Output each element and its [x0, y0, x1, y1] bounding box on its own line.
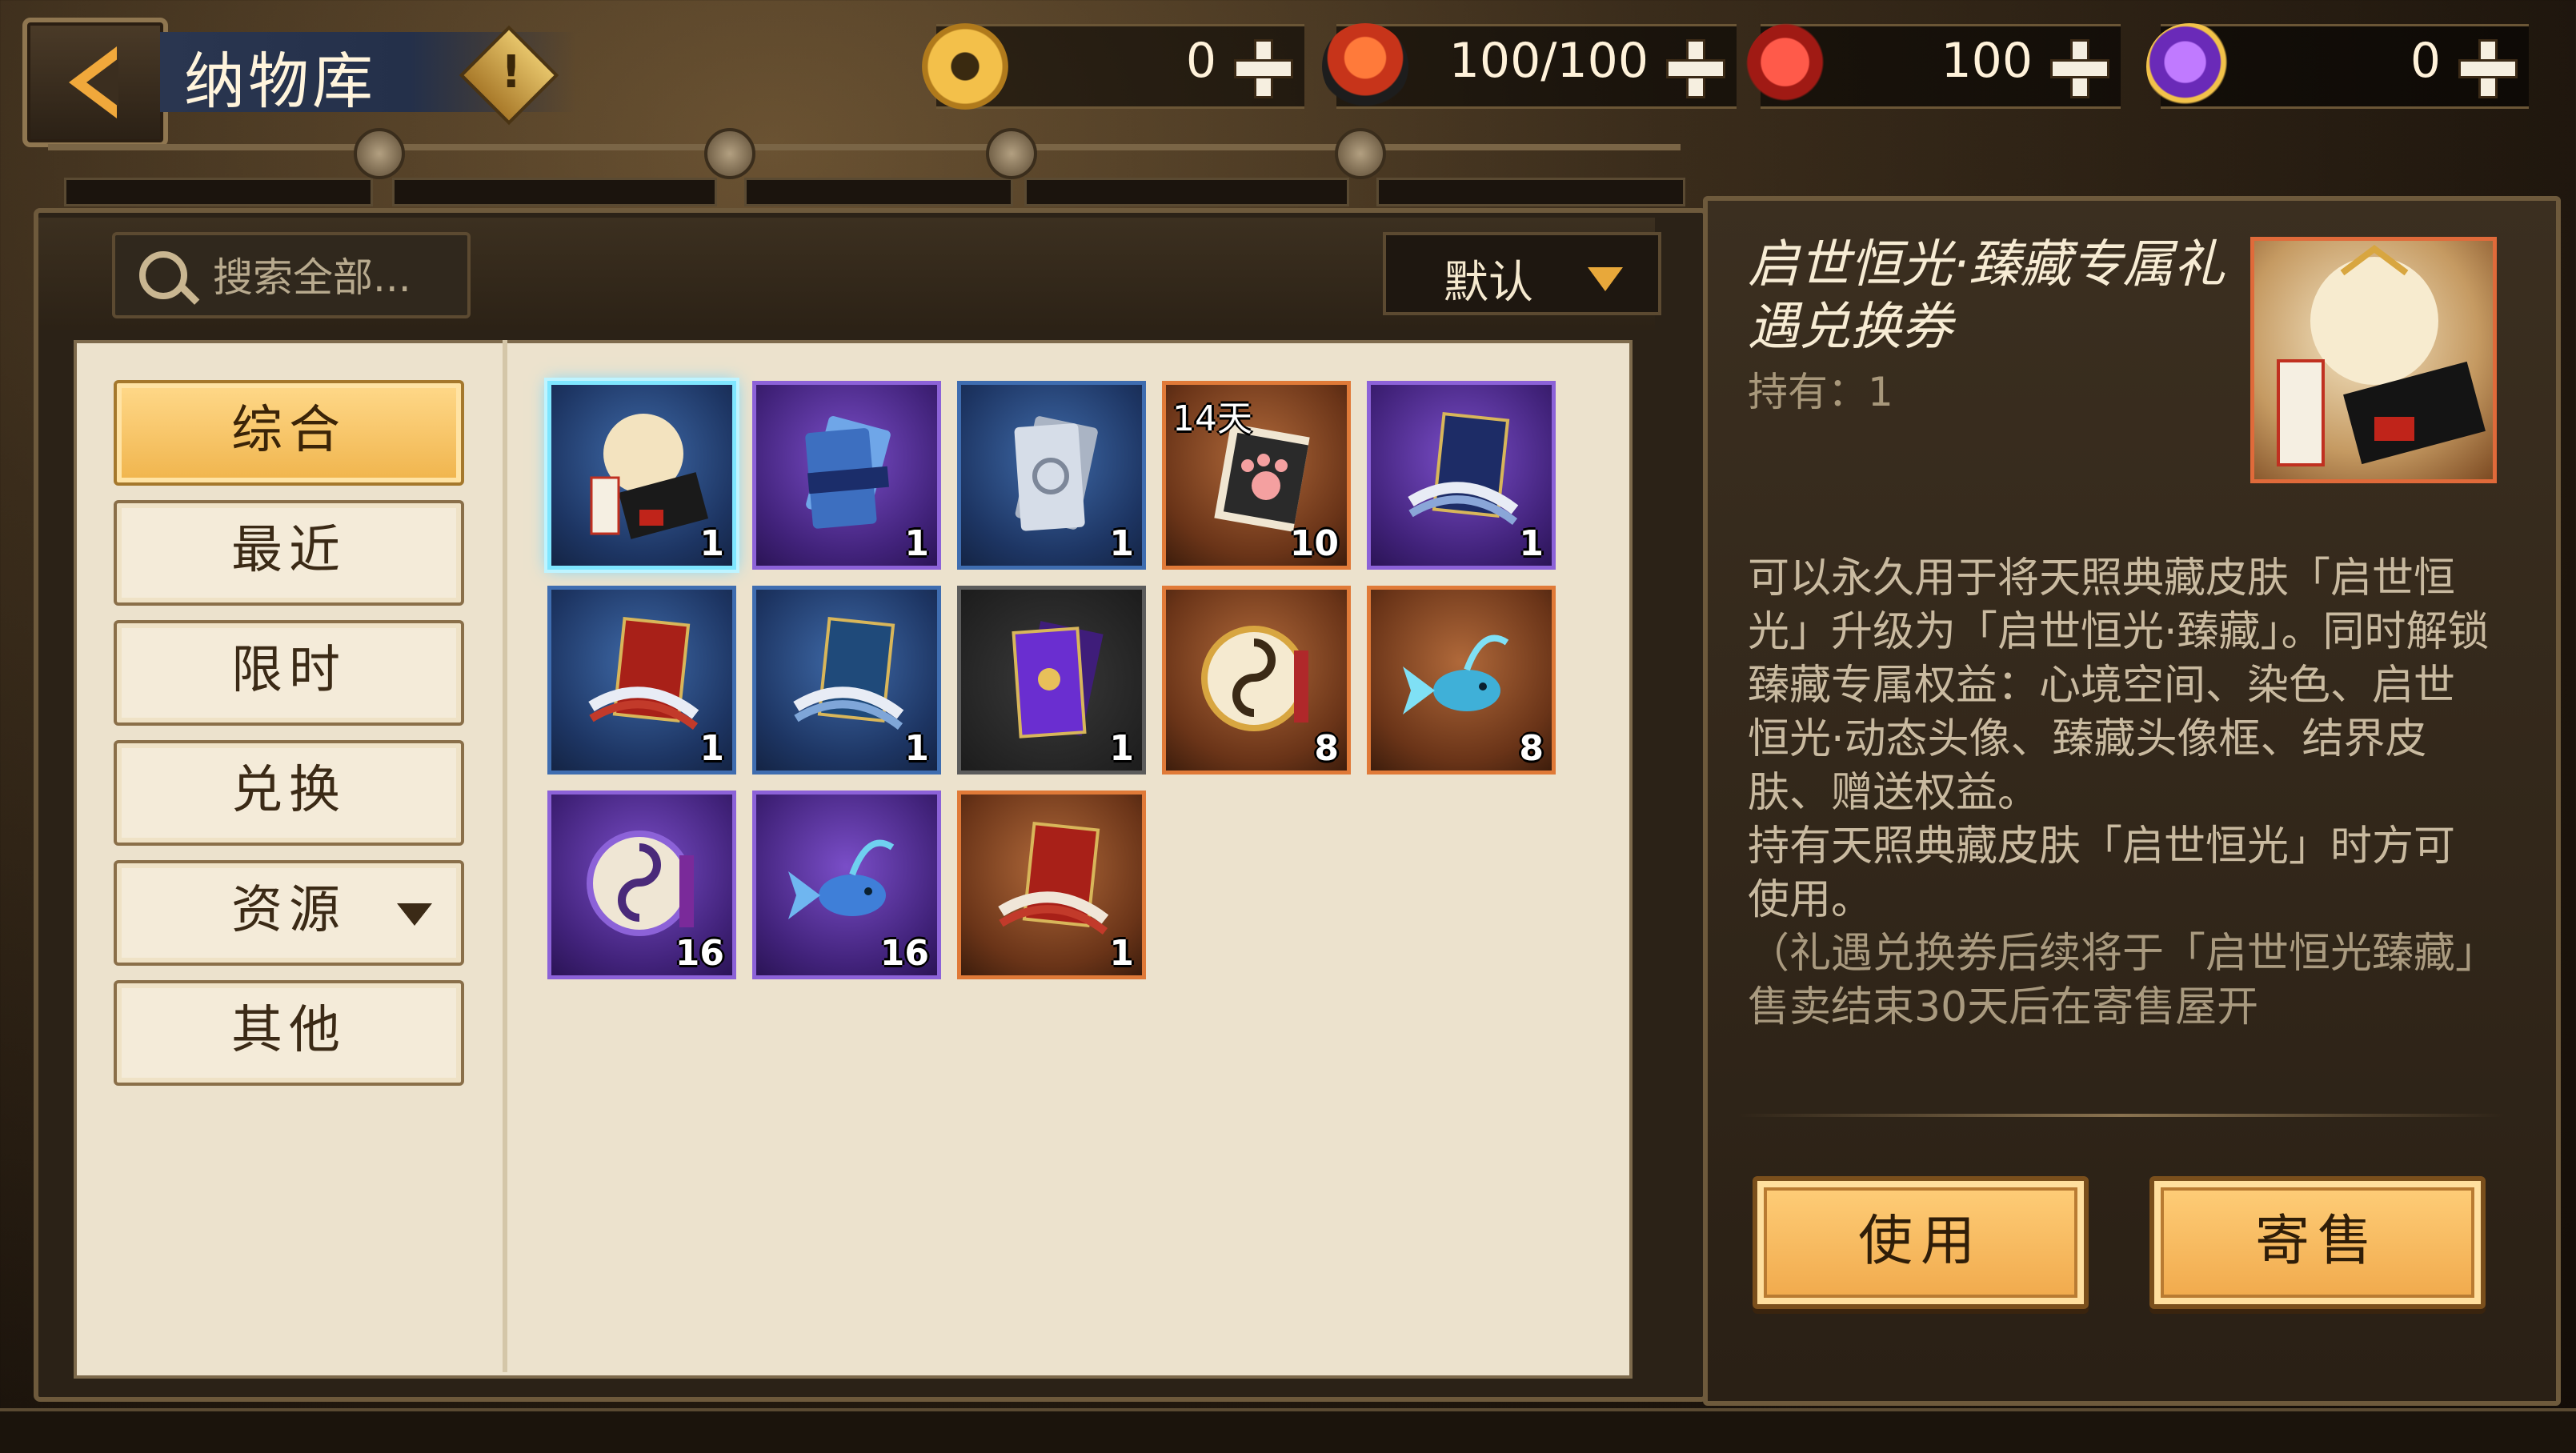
- item-time-limit: 14天: [1172, 398, 1252, 439]
- purple-flower-ticket-icon: [1012, 621, 1104, 739]
- item-quantity: 1: [904, 523, 929, 564]
- item-slot[interactable]: 1: [547, 586, 736, 775]
- challenge-ticket-icon: [588, 616, 699, 730]
- purple-drum-icon: [587, 831, 694, 936]
- item-owned-count: 持有：1: [1748, 369, 1893, 415]
- item-quantity: 10: [1289, 523, 1339, 564]
- blue-ticket-bundle-icon: [805, 416, 891, 529]
- item-slot[interactable]: 1: [957, 381, 1146, 570]
- usage-condition-text: 持有天照典藏皮肤「启世恒光」时方可使用。: [1748, 823, 2456, 924]
- tab-other[interactable]: 其他: [114, 980, 464, 1086]
- resource-stamina: 100/100: [1322, 23, 1737, 110]
- sort-label: 默认: [1444, 257, 1533, 309]
- rail-knob: [1335, 128, 1386, 179]
- tab-resources-label: 资源: [231, 881, 347, 940]
- gold-value: 0: [1185, 33, 1216, 89]
- add-red-magatama-button[interactable]: [2045, 34, 2109, 98]
- bottom-frame: [0, 1408, 2576, 1453]
- item-slot[interactable]: 1: [1367, 381, 1556, 570]
- top-bar: 纳物库 ! 0 100/100 100 0: [0, 0, 2576, 147]
- sort-dropdown[interactable]: 默认: [1383, 232, 1661, 315]
- item-slot[interactable]: 1: [752, 381, 941, 570]
- back-arrow-icon: [69, 46, 118, 118]
- rail-segment: [1376, 178, 1685, 206]
- item-slot[interactable]: 8: [1162, 586, 1351, 775]
- item-quantity: 1: [1109, 523, 1134, 564]
- search-box[interactable]: [112, 232, 471, 318]
- item-slot[interactable]: 8: [1367, 586, 1556, 775]
- item-quantity: 16: [879, 933, 929, 974]
- item-quantity: 1: [699, 728, 724, 769]
- stamina-value: 100/100: [1448, 33, 1649, 89]
- item-slot[interactable]: 14天 10: [1162, 381, 1351, 570]
- item-quantity: 1: [1109, 933, 1134, 974]
- item-description: 可以永久用于将天照典藏皮肤「启世恒光」升级为「启世恒光·臻藏」。同时解锁臻藏专属…: [1748, 552, 2492, 1096]
- item-slot[interactable]: 1: [957, 791, 1146, 979]
- item-quantity: 16: [675, 933, 724, 974]
- gold-fish-icon: [1403, 634, 1509, 714]
- note-text: （礼遇兑换券后续将于「启世恒光臻藏」售卖结束30天后在寄售屋开: [1748, 930, 2477, 1031]
- gold-coin-icon: [922, 23, 1008, 110]
- tab-exchange[interactable]: 兑换: [114, 740, 464, 846]
- use-button[interactable]: 使用: [1753, 1176, 2089, 1309]
- dropdown-arrow-icon: [1588, 267, 1623, 291]
- resource-red-magatama: 100: [1746, 23, 2121, 110]
- red-magatama-icon: [1746, 23, 1833, 110]
- back-button[interactable]: [22, 18, 168, 147]
- resource-gold: 0: [922, 23, 1304, 110]
- item-slot[interactable]: 1: [957, 586, 1146, 775]
- item-slot[interactable]: 1: [752, 586, 941, 775]
- item-quantity: 1: [1109, 728, 1134, 769]
- item-quantity: 1: [904, 728, 929, 769]
- purple-fish-icon: [788, 839, 895, 919]
- item-quantity: 8: [1314, 728, 1339, 769]
- description-text: 可以永久用于将天照典藏皮肤「启世恒光」升级为「启世恒光·臻藏」。同时解锁臻藏专属…: [1748, 554, 2490, 817]
- skin-ticket-icon: [998, 821, 1109, 935]
- purple-magatama-value: 0: [2410, 33, 2441, 89]
- voucher-box-icon: [2277, 245, 2486, 466]
- search-icon: [139, 251, 187, 299]
- add-stamina-button[interactable]: [1661, 34, 1725, 98]
- voucher-box-icon: [590, 414, 709, 539]
- tab-general[interactable]: 综合: [114, 380, 464, 486]
- item-quantity: 8: [1519, 728, 1544, 769]
- page-title: 纳物库: [184, 46, 376, 117]
- rail-segment: [392, 178, 717, 206]
- item-name: 启世恒光·臻藏专属礼遇兑换券: [1748, 235, 2225, 357]
- add-gold-button[interactable]: [1229, 34, 1293, 98]
- resource-purple-magatama: 0: [2146, 23, 2529, 110]
- sidebar-divider: [503, 340, 507, 1372]
- rail-segment: [1024, 178, 1349, 206]
- tab-resources[interactable]: 资源: [114, 860, 464, 966]
- purple-magatama-icon: [2146, 23, 2233, 110]
- add-purple-magatama-button[interactable]: [2454, 34, 2518, 98]
- rail-knob: [704, 128, 755, 179]
- item-preview: [2250, 237, 2497, 483]
- rail-segment: [64, 178, 373, 206]
- search-input[interactable]: [211, 253, 455, 302]
- rail-knob: [354, 128, 405, 179]
- breakthrough-ticket-icon: [793, 616, 904, 730]
- item-slot[interactable]: 1: [547, 381, 736, 570]
- consign-button[interactable]: 寄售: [2149, 1176, 2486, 1309]
- item-slot[interactable]: 16: [547, 791, 736, 979]
- tab-limited[interactable]: 限时: [114, 620, 464, 726]
- info-icon: !: [501, 46, 522, 99]
- gold-drum-icon: [1201, 626, 1308, 731]
- dropdown-arrow-icon: [397, 903, 432, 926]
- sushi-icon: [1322, 23, 1408, 110]
- item-quantity: 1: [1519, 523, 1544, 564]
- silver-ticket-icon: [1014, 416, 1098, 531]
- item-slot[interactable]: 16: [752, 791, 941, 979]
- rail-knob: [986, 128, 1037, 179]
- rail-segment: [744, 178, 1013, 206]
- item-quantity: 1: [699, 523, 724, 564]
- hyakki-ticket-icon: [1408, 411, 1519, 525]
- divider: [1737, 1114, 2505, 1117]
- tab-recent[interactable]: 最近: [114, 500, 464, 606]
- red-magatama-value: 100: [1941, 33, 2033, 89]
